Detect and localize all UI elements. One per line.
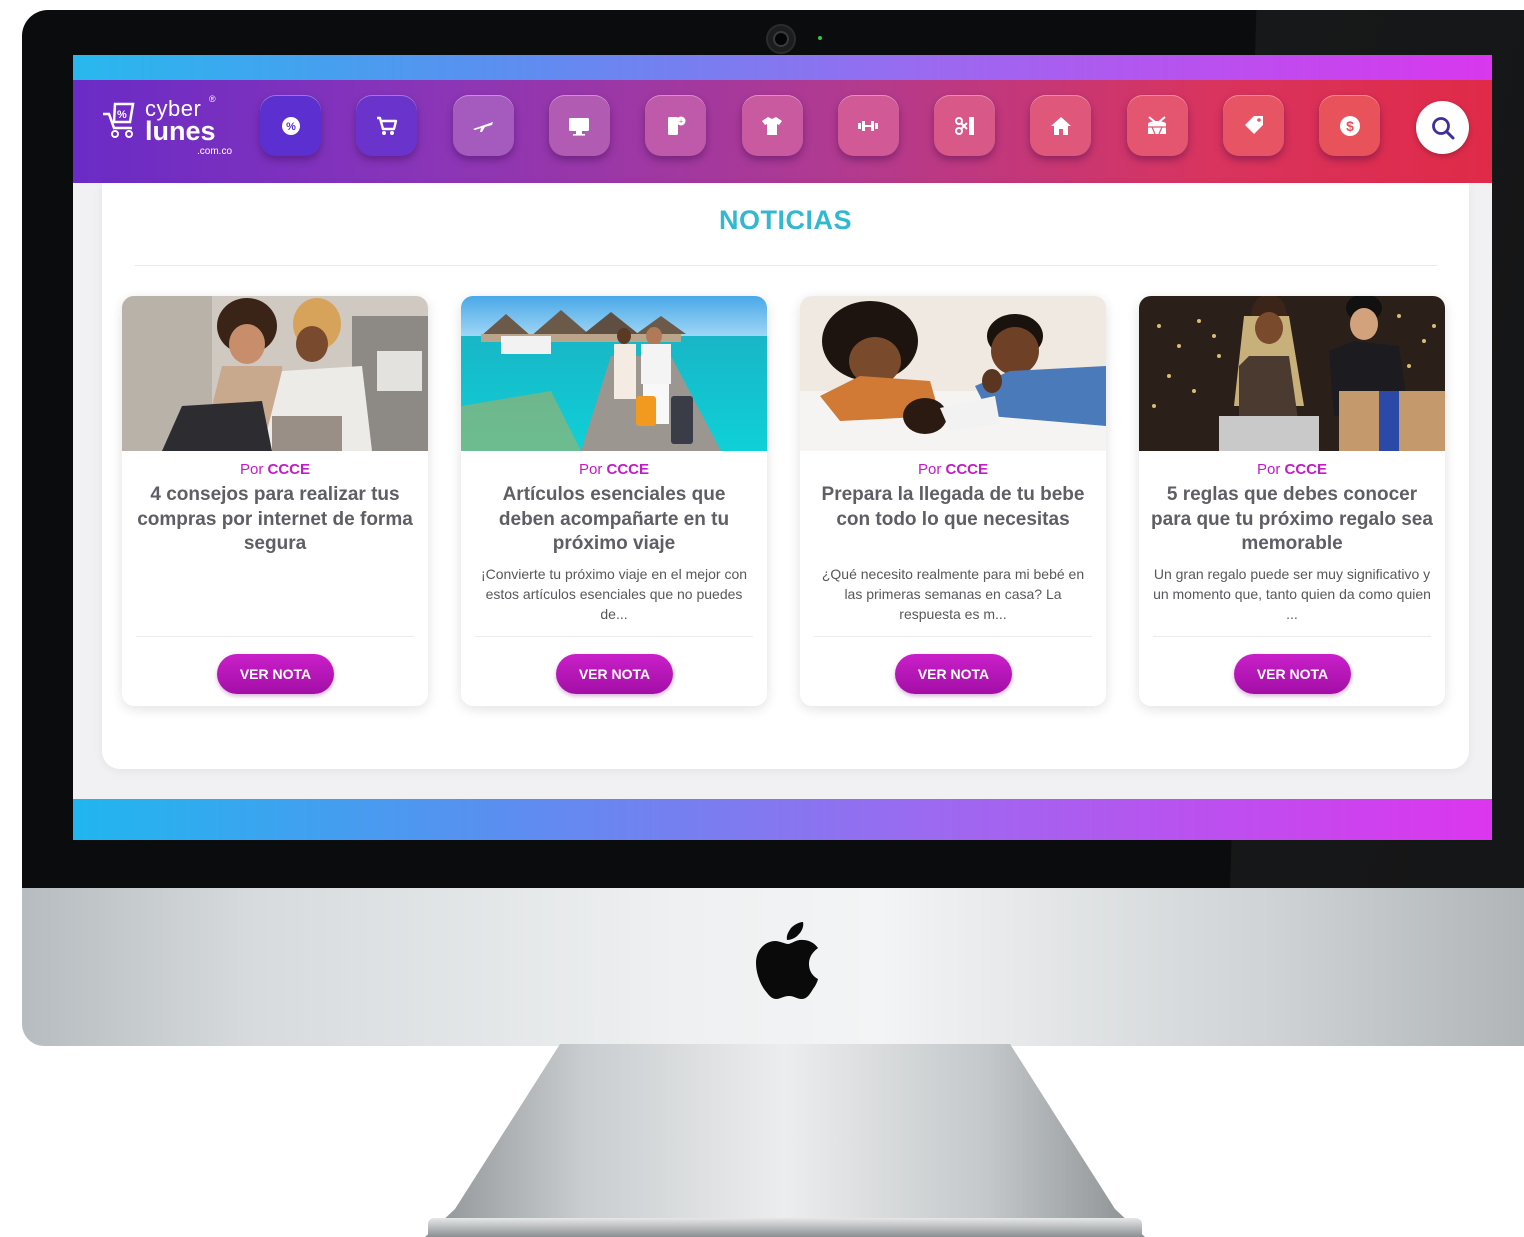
- nav-beauty-scissors-button[interactable]: [934, 95, 996, 156]
- news-card: Por CCCE 4 consejos para realizar tus co…: [122, 296, 428, 706]
- news-card: Por CCCE Prepara la llegada de tu bebe c…: [800, 296, 1106, 706]
- logo-domain-text: .com.co: [197, 146, 233, 157]
- home-icon: [1050, 116, 1071, 135]
- main-navbar: % cyber ® lunes .com.co % + $: [73, 80, 1492, 183]
- bottom-gradient-strip: [73, 799, 1492, 840]
- beauty-scissors-icon: [954, 116, 974, 135]
- card-title[interactable]: Artículos esenciales que deben acompañar…: [473, 483, 755, 557]
- news-card: Por CCCE 5 reglas que debes conocer para…: [1139, 296, 1445, 706]
- news-section: NOTICIAS Por CCCE 4 consejos para realiz…: [102, 183, 1469, 769]
- author-name: CCCE: [1284, 461, 1328, 478]
- dumbbell-icon: [858, 120, 879, 131]
- search-button[interactable]: [1416, 101, 1469, 154]
- airplane-icon: [473, 121, 494, 132]
- nav-price-tag-button[interactable]: [1223, 95, 1284, 156]
- screen: % cyber ® lunes .com.co % + $ NOTICIAS P…: [73, 55, 1492, 840]
- ver-nota-button[interactable]: VER NOTA: [895, 654, 1012, 694]
- card-divider: [814, 636, 1092, 637]
- svg-text:%: %: [117, 109, 127, 121]
- card-excerpt: ¿Qué necesito realmente para mi bebé en …: [821, 566, 1085, 622]
- tshirt-icon: [762, 116, 782, 135]
- shopping-cart-icon: [376, 116, 397, 135]
- webcam: [766, 24, 796, 54]
- card-excerpt: Un gran regalo puede ser muy significati…: [1153, 566, 1431, 622]
- card-title[interactable]: 4 consejos para realizar tus compras por…: [134, 483, 416, 557]
- nav-dumbbell-button[interactable]: [837, 95, 899, 156]
- ver-nota-button[interactable]: VER NOTA: [556, 654, 673, 694]
- monitor-icon: [569, 117, 590, 136]
- news-card: Por CCCE Artículos esenciales que deben …: [461, 296, 767, 706]
- cyberlunes-logo[interactable]: % cyber ® lunes .com.co: [101, 94, 232, 164]
- nav-airplane-button[interactable]: [452, 95, 514, 156]
- monitor-stand-base: [428, 1218, 1142, 1237]
- nav-dollar-button[interactable]: $: [1319, 95, 1381, 156]
- svg-text:%: %: [286, 121, 296, 133]
- svg-text:$: $: [1346, 118, 1354, 134]
- parents-baby-photo[interactable]: [800, 296, 1106, 451]
- author-prefix: Por: [917, 461, 942, 478]
- card-author: Por CCCE: [461, 461, 767, 478]
- discount-percent-icon: %: [281, 116, 300, 135]
- top-gradient-strip: [73, 55, 1492, 80]
- logo-registered-mark: ®: [209, 94, 216, 104]
- author-name: CCCE: [945, 461, 989, 478]
- monitor-stand: [425, 1044, 1145, 1237]
- search-icon: [1431, 116, 1454, 139]
- nav-appliances-button[interactable]: +: [645, 95, 707, 156]
- webcam-led: [818, 36, 822, 40]
- card-title[interactable]: 5 reglas que debes conocer para que tu p…: [1151, 483, 1433, 557]
- card-author: Por CCCE: [1139, 461, 1445, 478]
- ver-nota-button[interactable]: VER NOTA: [217, 654, 334, 694]
- nav-home-button[interactable]: [1030, 95, 1092, 156]
- travel-dock-photo[interactable]: [461, 296, 767, 451]
- svg-text:+: +: [679, 118, 683, 125]
- logo-cart-icon: %: [103, 102, 135, 138]
- card-divider: [475, 636, 753, 637]
- appliances-icon: +: [667, 116, 686, 135]
- dollar-icon: $: [1339, 115, 1360, 136]
- title-divider: [135, 265, 1437, 266]
- card-author: Por CCCE: [122, 461, 428, 478]
- logo-lunes-text: lunes: [145, 116, 216, 146]
- nav-discount-percent-button[interactable]: %: [260, 95, 321, 156]
- author-prefix: Por: [578, 461, 603, 478]
- nav-tshirt-button[interactable]: [741, 95, 803, 156]
- card-author: Por CCCE: [800, 461, 1106, 478]
- card-title[interactable]: Prepara la llegada de tu bebe con todo l…: [812, 483, 1094, 532]
- nav-monitor-button[interactable]: [548, 95, 610, 156]
- card-divider: [136, 636, 414, 637]
- card-divider: [1153, 636, 1431, 637]
- apple-logo-icon: [756, 922, 818, 999]
- author-prefix: Por: [239, 461, 264, 478]
- gift-party-photo[interactable]: [1139, 296, 1445, 451]
- author-name: CCCE: [267, 461, 311, 478]
- toys-drum-icon: [1148, 115, 1167, 134]
- author-name: CCCE: [606, 461, 650, 478]
- ver-nota-button[interactable]: VER NOTA: [1234, 654, 1351, 694]
- nav-shopping-cart-button[interactable]: [356, 95, 418, 156]
- card-excerpt: ¡Convierte tu próximo viaje en el mejor …: [480, 566, 748, 622]
- nav-toys-drum-button[interactable]: [1126, 95, 1188, 156]
- couple-laptop-photo[interactable]: [122, 296, 428, 451]
- author-prefix: Por: [1256, 461, 1281, 478]
- section-title: NOTICIAS: [718, 205, 852, 235]
- price-tag-icon: [1244, 115, 1263, 134]
